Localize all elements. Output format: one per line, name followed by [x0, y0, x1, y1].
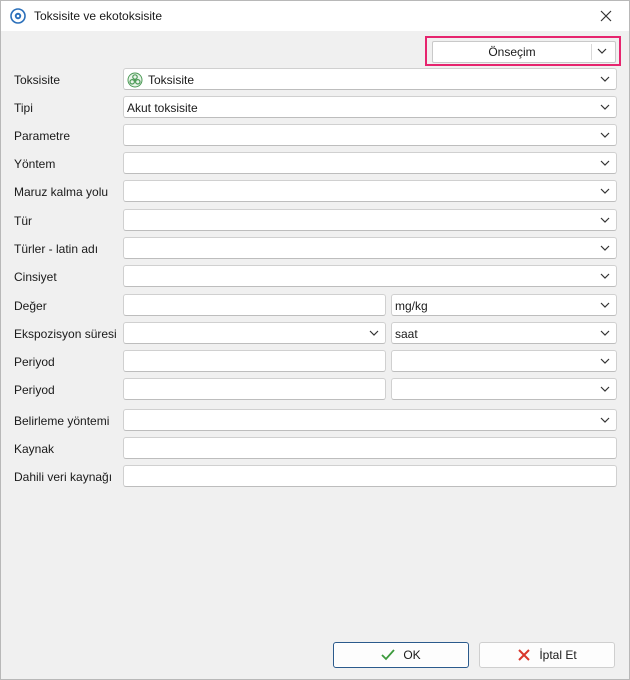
parametre-dropdown[interactable] [123, 124, 617, 146]
maruz-label: Maruz kalma yolu [14, 185, 109, 199]
dahili-label: Dahili veri kaynağı [14, 470, 113, 484]
turler-label: Türler - latin adı [14, 242, 99, 256]
periyod1-unit-dropdown[interactable] [391, 350, 617, 372]
deger-unit-value: mg/kg [395, 299, 428, 313]
close-button[interactable] [589, 4, 623, 28]
app-icon [10, 8, 26, 24]
periyod2-label: Periyod [14, 383, 55, 397]
close-icon [600, 10, 612, 22]
window-title: Toksisite ve ekotoksisite [34, 9, 163, 23]
periyod2-unit-dropdown[interactable] [391, 378, 617, 400]
ekspozisyon-dropdown[interactable] [123, 322, 386, 344]
ekspozisyon-label: Ekspozisyon süresi [14, 327, 117, 341]
chevron-down-icon[interactable] [600, 160, 610, 166]
chevron-down-icon[interactable] [597, 48, 607, 54]
preset-dropdown[interactable]: Önseçim [432, 41, 616, 63]
chevron-down-icon[interactable] [600, 245, 610, 251]
ekspozisyon-unit-dropdown[interactable]: saat [391, 322, 617, 344]
preset-label: Önseçim [488, 45, 536, 59]
cinsiyet-dropdown[interactable] [123, 265, 617, 287]
biohazard-icon [127, 72, 143, 88]
maruz-dropdown[interactable] [123, 180, 617, 202]
tipi-dropdown[interactable]: Akut toksisite [123, 96, 617, 118]
chevron-down-icon[interactable] [600, 104, 610, 110]
ok-button[interactable]: OK [333, 642, 469, 668]
chevron-down-icon[interactable] [600, 76, 610, 82]
close-icon [518, 649, 531, 661]
chevron-down-icon[interactable] [600, 217, 610, 223]
chevron-down-icon[interactable] [600, 358, 610, 364]
tipi-value: Akut toksisite [127, 101, 198, 115]
tur-label: Tür [14, 214, 32, 228]
ok-button-label: OK [403, 648, 421, 662]
toksisite-value: Toksisite [148, 73, 195, 87]
periyod1-label: Periyod [14, 355, 55, 369]
kaynak-label: Kaynak [14, 442, 55, 456]
dialog-window: Toksisite ve ekotoksisite Önseçim Toksis… [0, 0, 630, 680]
title-bar: Toksisite ve ekotoksisite [1, 1, 629, 31]
belirleme-label: Belirleme yöntemi [14, 414, 110, 428]
toksisite-label: Toksisite [14, 73, 61, 87]
tur-dropdown[interactable] [123, 209, 617, 231]
yontem-dropdown[interactable] [123, 152, 617, 174]
cancel-button[interactable]: İptal Et [479, 642, 615, 668]
chevron-down-icon[interactable] [600, 273, 610, 279]
periyod1-input[interactable] [123, 350, 386, 372]
belirleme-dropdown[interactable] [123, 409, 617, 431]
chevron-down-icon[interactable] [600, 386, 610, 392]
chevron-down-icon[interactable] [369, 330, 379, 336]
check-icon [381, 649, 396, 661]
cancel-button-label: İptal Et [539, 648, 577, 662]
parametre-label: Parametre [14, 129, 71, 143]
tipi-label: Tipi [14, 101, 33, 115]
chevron-down-icon[interactable] [600, 302, 610, 308]
toksisite-dropdown[interactable]: Toksisite [123, 68, 617, 90]
dahili-input[interactable] [123, 465, 617, 487]
yontem-label: Yöntem [14, 157, 56, 171]
preset-separator [591, 44, 592, 60]
chevron-down-icon[interactable] [600, 417, 610, 423]
deger-input[interactable] [123, 294, 386, 316]
periyod2-input[interactable] [123, 378, 386, 400]
ekspozisyon-unit-value: saat [395, 327, 418, 341]
kaynak-input[interactable] [123, 437, 617, 459]
deger-label: Değer [14, 299, 47, 313]
chevron-down-icon[interactable] [600, 330, 610, 336]
cinsiyet-label: Cinsiyet [14, 270, 57, 284]
chevron-down-icon[interactable] [600, 132, 610, 138]
chevron-down-icon[interactable] [600, 188, 610, 194]
deger-unit-dropdown[interactable]: mg/kg [391, 294, 617, 316]
turler-dropdown[interactable] [123, 237, 617, 259]
